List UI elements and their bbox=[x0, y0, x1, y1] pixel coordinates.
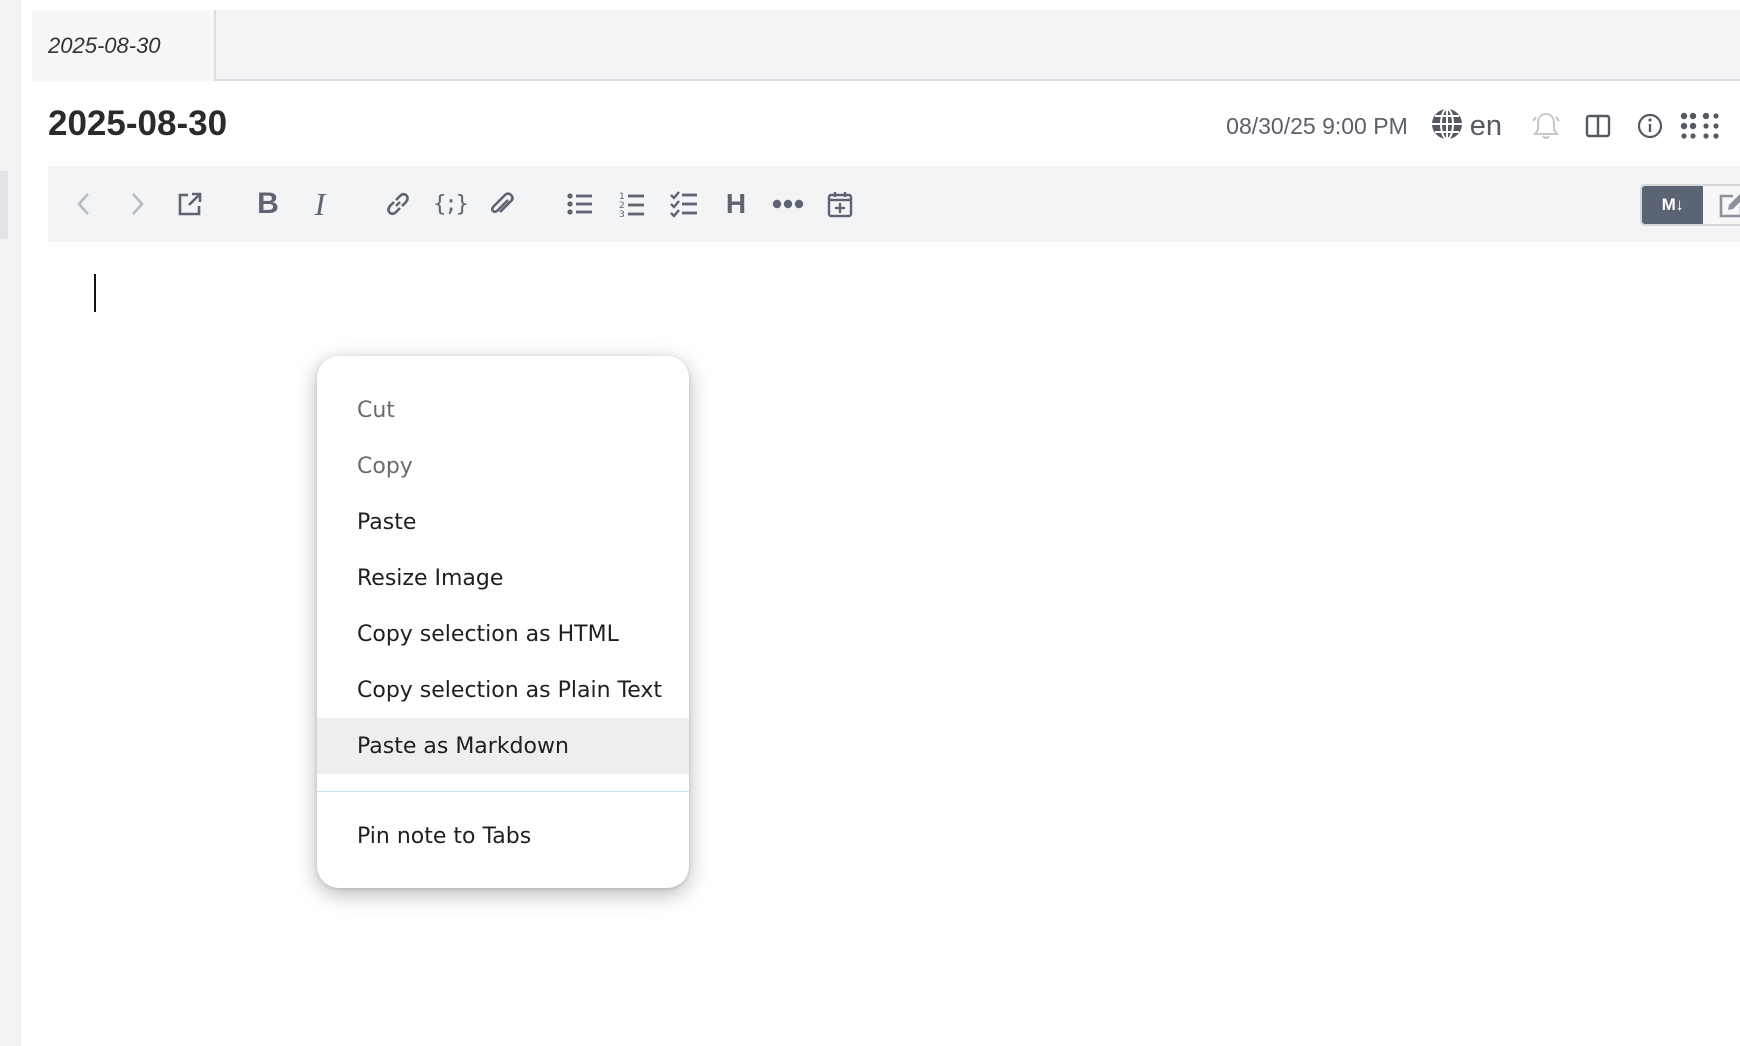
bold-button[interactable]: B bbox=[248, 184, 288, 224]
globe-icon bbox=[1430, 107, 1464, 146]
bell-icon[interactable] bbox=[1520, 104, 1572, 148]
forward-button[interactable] bbox=[117, 184, 157, 224]
language-selector[interactable]: en bbox=[1430, 107, 1502, 146]
chevron-left-icon bbox=[77, 193, 89, 215]
back-button[interactable] bbox=[64, 184, 104, 224]
menu-item-copy-html[interactable]: Copy selection as HTML bbox=[317, 606, 689, 662]
heading-button[interactable]: H bbox=[716, 184, 756, 224]
insert-date-button[interactable] bbox=[820, 184, 860, 224]
note-meta-bar: 08/30/25 9:00 PM en bbox=[1160, 102, 1740, 150]
numbered-list-icon: 123 bbox=[619, 192, 644, 218]
italic-icon: I bbox=[314, 185, 326, 222]
menu-item-paste[interactable]: Paste bbox=[317, 494, 689, 550]
tab-label: 2025-08-30 bbox=[48, 32, 161, 58]
menu-item-copy[interactable]: Copy bbox=[317, 438, 689, 494]
bold-icon: B bbox=[257, 187, 279, 220]
external-link-icon bbox=[178, 192, 202, 216]
markdown-icon: M↓ bbox=[1661, 195, 1684, 214]
numbered-list-button[interactable]: 123 bbox=[612, 184, 652, 224]
tab-2025-08-30[interactable]: 2025-08-30 bbox=[32, 10, 216, 81]
text-cursor bbox=[94, 274, 96, 312]
sidebar-strip bbox=[0, 0, 21, 1046]
more-dots-icon bbox=[772, 199, 804, 209]
menu-item-paste-markdown[interactable]: Paste as Markdown bbox=[317, 718, 689, 774]
paperclip-icon bbox=[490, 192, 514, 214]
calendar-plus-icon bbox=[827, 192, 853, 218]
sidebar-resize-handle[interactable] bbox=[0, 171, 8, 239]
menu-separator bbox=[317, 791, 689, 792]
open-external-button[interactable] bbox=[170, 184, 210, 224]
menu-item-pin-to-tabs[interactable]: Pin note to Tabs bbox=[317, 808, 689, 864]
editor-toolbar: B I {;} 123 H M↓ bbox=[48, 166, 1740, 242]
italic-button[interactable]: I bbox=[300, 184, 340, 224]
menu-item-copy-plain-text[interactable]: Copy selection as Plain Text bbox=[317, 662, 689, 718]
more-button[interactable] bbox=[768, 184, 808, 224]
wysiwyg-mode-button[interactable] bbox=[1703, 186, 1740, 224]
link-icon bbox=[387, 192, 409, 216]
menu-item-cut[interactable]: Cut bbox=[317, 382, 689, 438]
code-button[interactable]: {;} bbox=[430, 184, 470, 224]
markdown-mode-button[interactable]: M↓ bbox=[1642, 186, 1703, 224]
tab-bar: 2025-08-30 bbox=[32, 10, 1740, 81]
checklist-icon bbox=[670, 191, 697, 218]
note-title[interactable]: 2025-08-30 bbox=[48, 104, 227, 144]
task-list-button[interactable] bbox=[664, 184, 704, 224]
code-icon: {;} bbox=[433, 191, 469, 217]
apps-grid-icon[interactable] bbox=[1676, 104, 1728, 148]
context-menu: Cut Copy Paste Resize Image Copy selecti… bbox=[317, 356, 689, 888]
heading-icon: H bbox=[725, 188, 747, 219]
editor-mode-toggle[interactable]: M↓ bbox=[1640, 184, 1740, 226]
info-icon[interactable] bbox=[1624, 104, 1676, 148]
link-button[interactable] bbox=[378, 184, 418, 224]
svg-text:3: 3 bbox=[619, 210, 625, 218]
menu-item-resize-image[interactable]: Resize Image bbox=[317, 550, 689, 606]
split-view-icon[interactable] bbox=[1572, 104, 1624, 148]
bullet-list-icon bbox=[567, 193, 592, 215]
bullet-list-button[interactable] bbox=[560, 184, 600, 224]
edit-icon bbox=[1720, 194, 1740, 218]
note-date: 08/30/25 9:00 PM bbox=[1226, 112, 1408, 139]
chevron-right-icon bbox=[132, 193, 144, 215]
attachment-button[interactable] bbox=[482, 184, 522, 224]
language-label: en bbox=[1469, 109, 1502, 142]
